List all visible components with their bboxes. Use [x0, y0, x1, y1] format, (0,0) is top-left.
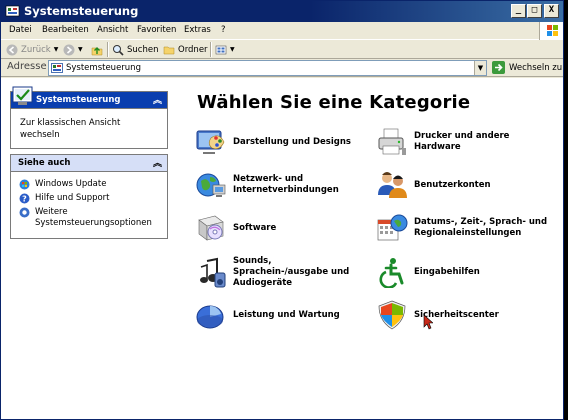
category-security-center[interactable]: Sicherheitscenter	[376, 299, 548, 331]
menu-favoriten[interactable]: Favoriten	[137, 25, 176, 35]
category-label: Sounds, Sprachein-/ausgabe und Audiogerä…	[233, 256, 350, 288]
back-button[interactable]: Zurück ▼	[6, 42, 58, 57]
see-also-pane: Siehe auch ︽ Windows Update ? Hilfe und …	[10, 154, 168, 239]
see-also-label: Windows Update	[35, 179, 107, 189]
menu-extras[interactable]: Extras	[184, 25, 211, 35]
go-label: Wechseln zu	[509, 62, 563, 73]
go-arrow-icon	[492, 61, 505, 74]
sound-icon	[200, 257, 226, 287]
windows-logo-icon	[539, 22, 563, 40]
see-also-header[interactable]: Siehe auch ︽	[11, 155, 167, 172]
up-button[interactable]	[91, 42, 106, 57]
window-title: Systemsteuerung	[24, 4, 139, 18]
category-label: Datums-, Zeit-, Sprach- und Regionaleins…	[414, 217, 548, 238]
title-bar[interactable]: Systemsteuerung _ □ X	[1, 1, 563, 22]
control-panel-large-icon	[12, 86, 33, 105]
forward-button[interactable]: ▼	[63, 42, 83, 57]
category-accessibility[interactable]: Eingabehilfen	[376, 256, 548, 288]
search-icon	[113, 44, 124, 56]
printer-icon	[378, 128, 406, 155]
address-input[interactable]: Systemsteuerung ▼	[48, 60, 487, 76]
category-user-accounts[interactable]: Benutzerkonten	[376, 169, 548, 201]
users-icon	[378, 172, 407, 198]
see-also-label: Hilfe und Support	[35, 193, 110, 203]
help-icon: ?	[19, 193, 30, 204]
menu-datei[interactable]: Datei	[9, 25, 32, 35]
see-also-item-windows-update[interactable]: Windows Update	[19, 179, 167, 190]
folder-up-icon	[91, 46, 103, 55]
category-datetime-region[interactable]: Datums-, Zeit-, Sprach- und Regionaleins…	[376, 212, 548, 244]
address-bar: Adresse Systemsteuerung ▼ Wechseln zu	[1, 59, 563, 77]
task-pane-title: Systemsteuerung	[36, 95, 121, 105]
go-button[interactable]: Wechseln zu	[492, 61, 562, 74]
category-network[interactable]: Netzwerk- und Internetverbindungen	[195, 169, 367, 201]
maximize-button[interactable]: □	[527, 4, 542, 18]
mouse-pointer-icon	[423, 314, 433, 330]
toolbar-separator	[210, 42, 212, 57]
category-performance[interactable]: Leistung und Wartung	[195, 299, 367, 331]
network-icon	[196, 173, 226, 197]
menu-bearbeiten[interactable]: Bearbeiten	[42, 25, 89, 35]
collapse-chevron-icon[interactable]: ︽	[153, 156, 162, 169]
views-button[interactable]: ▼	[215, 42, 235, 57]
svg-text:?: ?	[22, 195, 27, 204]
see-also-title: Siehe auch	[18, 158, 71, 168]
collapse-chevron-icon[interactable]: ︽	[153, 93, 162, 106]
performance-icon	[196, 305, 224, 329]
back-dropdown-icon: ▼	[53, 46, 59, 53]
see-also-item-help-support[interactable]: ? Hilfe und Support	[19, 193, 167, 204]
category-appearance[interactable]: Darstellung und Designs	[195, 126, 367, 158]
see-also-item-more-options[interactable]: Weitere Systemsteuerungsoptionen	[19, 207, 167, 229]
folder-icon	[163, 46, 175, 54]
category-label: Software	[233, 222, 277, 233]
task-pane-header[interactable]: Systemsteuerung ︽	[11, 86, 167, 109]
control-panel-task-pane: Systemsteuerung ︽ Zur klassischen Ansich…	[10, 86, 168, 149]
windows-update-icon	[19, 179, 30, 190]
category-label: Benutzerkonten	[414, 179, 491, 190]
security-shield-icon	[378, 300, 406, 330]
close-button[interactable]: X	[544, 4, 559, 18]
category-printers[interactable]: Drucker und andere Hardware	[376, 126, 548, 158]
toolbar: Zurück ▼ ▼ Suchen Ordner ▼	[1, 40, 563, 59]
address-value: Systemsteuerung	[66, 63, 141, 73]
content-area: Systemsteuerung ︽ Zur klassischen Ansich…	[1, 78, 563, 419]
forward-dropdown-icon: ▼	[78, 46, 83, 53]
appearance-icon	[196, 130, 225, 154]
control-panel-options-icon	[19, 207, 30, 218]
control-panel-icon	[5, 5, 20, 17]
views-dropdown-icon: ▼	[230, 46, 235, 53]
category-label: Eingabehilfen	[414, 266, 480, 277]
control-panel-small-icon	[51, 63, 63, 73]
page-heading: Wählen Sie eine Kategorie	[197, 92, 471, 113]
category-label: Netzwerk- und Internetverbindungen	[233, 174, 339, 195]
category-sound[interactable]: Sounds, Sprachein-/ausgabe und Audiogerä…	[195, 256, 367, 289]
menu-ansicht[interactable]: Ansicht	[97, 25, 128, 35]
minimize-button[interactable]: _	[511, 4, 526, 18]
views-icon	[215, 45, 227, 54]
classic-view-link[interactable]: Zur klassischen Ansicht wechseln	[20, 117, 150, 141]
menu-bar: Datei Bearbeiten Ansicht Favoriten Extra…	[1, 22, 563, 40]
datetime-icon	[377, 214, 408, 241]
toolbar-separator	[107, 42, 109, 57]
address-dropdown-button[interactable]: ▼	[474, 61, 486, 75]
folders-label: Ordner	[178, 44, 208, 55]
software-icon	[198, 215, 224, 241]
category-label: Drucker und andere Hardware	[414, 131, 510, 152]
see-also-label: Weitere Systemsteuerungsoptionen	[35, 207, 152, 228]
folders-button[interactable]: Ordner	[163, 42, 208, 57]
category-label: Darstellung und Designs	[233, 136, 351, 147]
category-label: Sicherheitscenter	[414, 309, 499, 320]
search-button[interactable]: Suchen	[112, 42, 158, 57]
back-label: Zurück	[21, 44, 51, 55]
category-label: Leistung und Wartung	[233, 309, 340, 320]
control-panel-window: Systemsteuerung _ □ X Datei Bearbeiten A…	[0, 0, 564, 420]
back-arrow-icon	[6, 44, 18, 55]
forward-arrow-icon	[63, 44, 75, 55]
category-software[interactable]: Software	[195, 212, 367, 244]
accessibility-icon	[379, 258, 404, 288]
address-label: Adresse	[7, 61, 47, 72]
search-label: Suchen	[127, 44, 159, 55]
menu-help[interactable]: ?	[221, 25, 226, 35]
